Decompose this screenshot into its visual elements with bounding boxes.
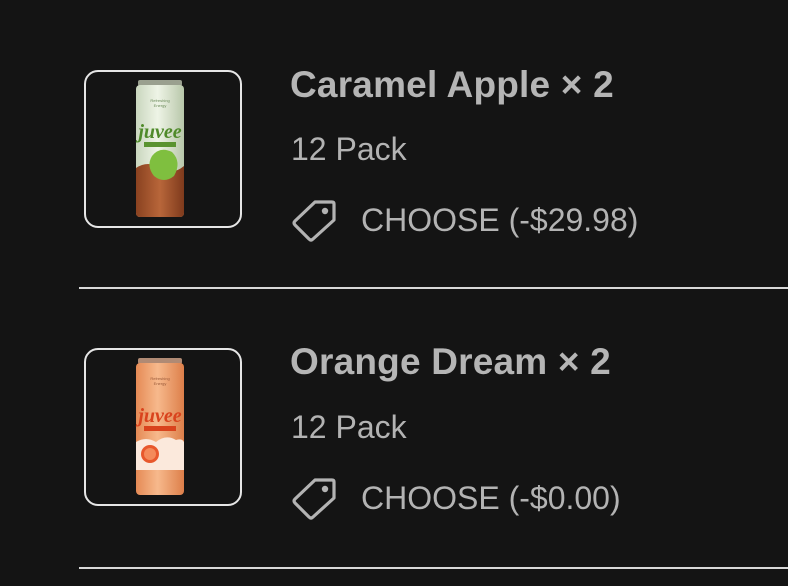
product-can-image: juvee Refreshing Energy [135, 80, 184, 217]
tag-icon [292, 200, 336, 242]
product-can-image: juvee Refreshing Energy [135, 358, 184, 495]
product-variant: 12 Pack [291, 409, 407, 445]
svg-text:juvee: juvee [135, 405, 181, 427]
svg-text:Energy: Energy [154, 381, 167, 386]
discount-row: CHOOSE (-$0.00) [291, 476, 621, 520]
product-title: Orange Dream × 2 [290, 341, 611, 382]
product-thumbnail[interactable]: juvee Refreshing Energy [84, 348, 242, 506]
product-variant: 12 Pack [291, 131, 407, 167]
svg-text:juvee: juvee [135, 121, 181, 143]
discount-code: CHOOSE (-$29.98) [361, 201, 639, 238]
discount-row: CHOOSE (-$29.98) [291, 198, 638, 242]
product-thumbnail[interactable]: juvee Refreshing Energy [84, 70, 242, 228]
svg-text:Energy: Energy [154, 103, 167, 108]
order-line-item: juvee Refreshing Energy Caramel Apple × … [0, 0, 788, 289]
tag-icon [292, 478, 336, 520]
order-line-item: juvee Refreshing Energy Orange Dream × 2… [0, 278, 788, 569]
product-title: Caramel Apple × 2 [290, 64, 614, 105]
discount-code: CHOOSE (-$0.00) [361, 479, 621, 516]
divider [79, 567, 788, 569]
